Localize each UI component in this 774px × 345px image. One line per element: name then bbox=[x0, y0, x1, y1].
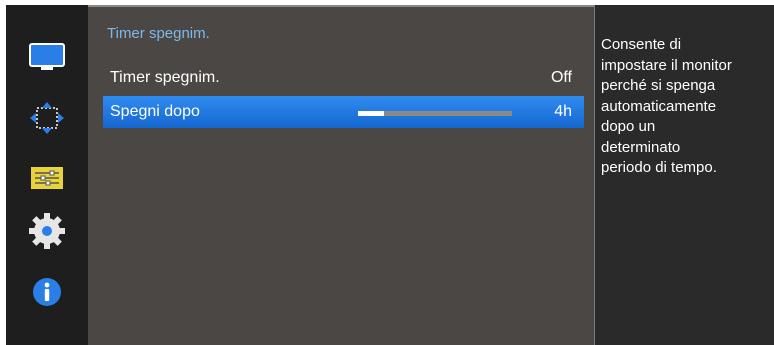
help-line: Consente di bbox=[601, 36, 682, 53]
help-text: Consente di impostare il monitor perché … bbox=[601, 35, 771, 179]
gear-icon bbox=[29, 213, 65, 249]
help-panel: Consente di impostare il monitor perché … bbox=[594, 5, 774, 345]
menu-item-value: 4h bbox=[554, 103, 572, 120]
sidebar-item-system[interactable] bbox=[27, 213, 67, 249]
slider-fill bbox=[358, 111, 385, 116]
osd-window: Timer spegnim. Timer spegnim. Off Spegni… bbox=[6, 5, 774, 345]
menu-item-label: Timer spegnim. bbox=[110, 69, 220, 86]
help-line: automaticamente bbox=[601, 97, 717, 115]
sidebar-item-position[interactable] bbox=[27, 101, 67, 135]
sliders-icon bbox=[31, 167, 63, 189]
menu-item-off-timer[interactable]: Timer spegnim. Off bbox=[103, 62, 584, 94]
sidebar bbox=[6, 5, 88, 345]
turn-off-after-slider[interactable] bbox=[358, 111, 512, 116]
help-line: dopo un bbox=[601, 118, 656, 135]
menu-top-bar bbox=[88, 5, 594, 7]
help-line: periodo di tempo. bbox=[601, 159, 717, 176]
menu-panel: Timer spegnim. Timer spegnim. Off Spegni… bbox=[88, 5, 594, 345]
help-line: perché si spenga bbox=[601, 77, 716, 94]
sidebar-item-settings-sliders[interactable] bbox=[27, 161, 67, 195]
menu-item-value: Off bbox=[550, 69, 572, 86]
menu-item-turn-off-after[interactable]: Spegni dopo 4h bbox=[103, 96, 584, 128]
menu-title: Timer spegnim. bbox=[107, 25, 210, 42]
monitor-icon bbox=[29, 43, 65, 70]
help-line: determinato bbox=[601, 138, 681, 156]
info-icon bbox=[33, 278, 61, 306]
sidebar-item-information[interactable] bbox=[27, 275, 67, 309]
menu-item-label: Spegni dopo bbox=[110, 103, 200, 120]
resize-arrows-icon bbox=[30, 102, 64, 134]
sidebar-item-picture[interactable] bbox=[27, 40, 67, 74]
help-line: impostare il monitor bbox=[601, 56, 732, 74]
